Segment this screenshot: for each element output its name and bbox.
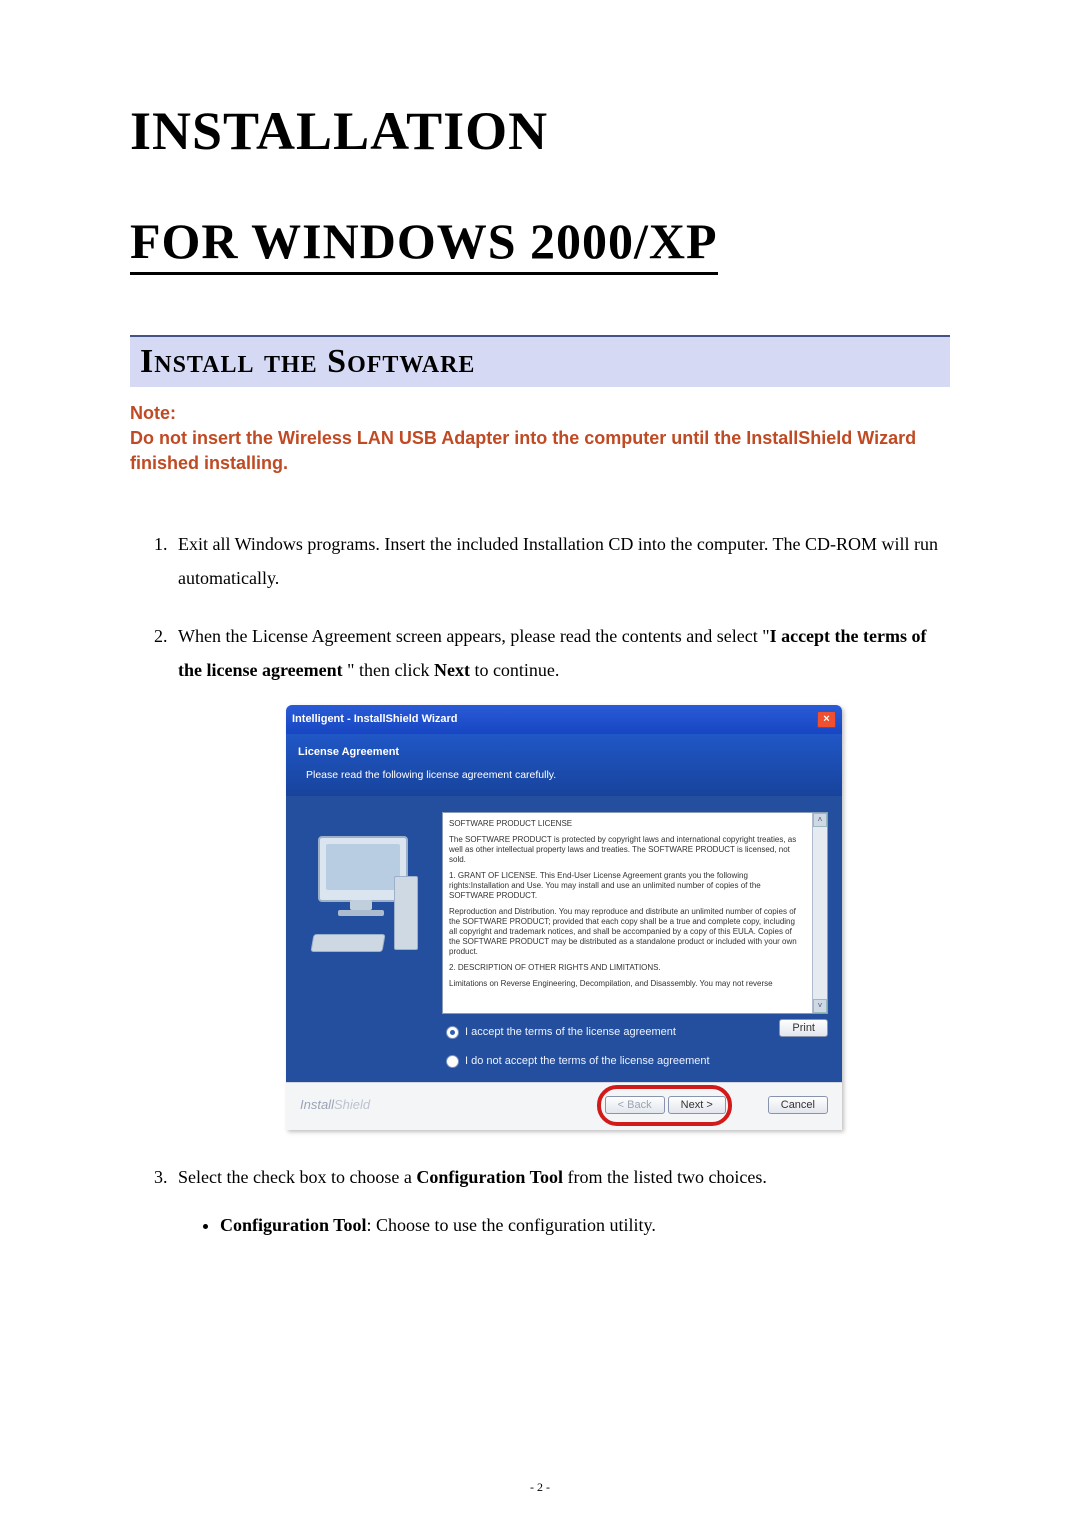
- scroll-down-icon[interactable]: ˅: [813, 999, 827, 1013]
- radio-accept[interactable]: I accept the terms of the license agreem…: [442, 1014, 676, 1043]
- radio-reject[interactable]: I do not accept the terms of the license…: [442, 1043, 828, 1072]
- step-1-text: Exit all Windows programs. Insert the in…: [178, 534, 938, 588]
- wizard-instruction: Please read the following license agreem…: [298, 766, 830, 786]
- step-2-a: When the License Agreement screen appear…: [178, 626, 770, 646]
- steps-list: Exit all Windows programs. Insert the in…: [130, 527, 950, 1242]
- note-body: Do not insert the Wireless LAN USB Adapt…: [130, 428, 916, 473]
- print-button[interactable]: Print: [779, 1019, 828, 1037]
- license-line-1: SOFTWARE PRODUCT LICENSE: [449, 819, 805, 829]
- wizard-subheader: License Agreement Please read the follow…: [286, 734, 842, 796]
- section-band: Install the Software: [130, 335, 950, 387]
- installshield-wizard: Intelligent - InstallShield Wizard × Lic…: [286, 705, 842, 1129]
- step-3-sub-rest: : Choose to use the configuration utilit…: [367, 1215, 656, 1235]
- scrollbar[interactable]: ˄ ˅: [812, 813, 827, 1013]
- cancel-button[interactable]: Cancel: [768, 1096, 828, 1114]
- step-3-bold: Configuration Tool: [416, 1167, 563, 1187]
- radio-icon[interactable]: [446, 1055, 459, 1068]
- step-2-bold2: Next: [434, 660, 470, 680]
- step-2-b: " then click: [343, 660, 434, 680]
- next-button[interactable]: Next >: [668, 1096, 726, 1114]
- wizard-subheading: License Agreement: [298, 742, 830, 763]
- computer-icon: [310, 836, 418, 956]
- note-block: Note: Do not insert the Wireless LAN USB…: [130, 401, 950, 477]
- installshield-brand: InstallShield: [300, 1093, 370, 1118]
- step-2-c: to continue.: [470, 660, 559, 680]
- license-line-4: Reproduction and Distribution. You may r…: [449, 907, 805, 957]
- license-line-6: Limitations on Reverse Engineering, Deco…: [449, 979, 805, 989]
- brand-install: Install: [300, 1097, 334, 1112]
- heading-installation: INSTALLATION: [130, 100, 950, 162]
- note-label: Note:: [130, 403, 176, 423]
- license-line-5: 2. DESCRIPTION OF OTHER RIGHTS AND LIMIT…: [449, 963, 805, 973]
- step-2: When the License Agreement screen appear…: [172, 619, 950, 1130]
- step-3: Select the check box to choose a Configu…: [172, 1160, 950, 1242]
- license-line-3: 1. GRANT OF LICENSE. This End-User Licen…: [449, 871, 805, 901]
- section-title: Install the Software: [140, 343, 940, 381]
- wizard-titlebar: Intelligent - InstallShield Wizard ×: [286, 705, 842, 734]
- step-3-sub: Configuration Tool: Choose to use the co…: [220, 1208, 950, 1242]
- wizard-illustration: [300, 812, 428, 1072]
- wizard-title-text: Intelligent - InstallShield Wizard: [292, 709, 458, 730]
- heading-for-windows: FOR WINDOWS 2000/XP: [130, 212, 718, 275]
- step-1: Exit all Windows programs. Insert the in…: [172, 527, 950, 595]
- radio-icon-selected[interactable]: [446, 1026, 459, 1039]
- wizard-screenshot: Intelligent - InstallShield Wizard × Lic…: [178, 705, 950, 1129]
- radio-accept-label: I accept the terms of the license agreem…: [465, 1022, 676, 1043]
- wizard-footer: InstallShield < Back Next > Cancel: [286, 1082, 842, 1130]
- brand-shield: Shield: [334, 1097, 370, 1112]
- radio-reject-label: I do not accept the terms of the license…: [465, 1051, 710, 1072]
- license-line-2: The SOFTWARE PRODUCT is protected by cop…: [449, 835, 805, 865]
- license-textarea[interactable]: SOFTWARE PRODUCT LICENSE The SOFTWARE PR…: [442, 812, 828, 1014]
- step-3-b: from the listed two choices.: [563, 1167, 767, 1187]
- next-button-highlight: < Back Next >: [605, 1095, 726, 1116]
- step-3-sub-bold: Configuration Tool: [220, 1215, 367, 1235]
- close-icon[interactable]: ×: [817, 711, 836, 728]
- back-button[interactable]: < Back: [605, 1096, 665, 1114]
- step-3-a: Select the check box to choose a: [178, 1167, 416, 1187]
- wizard-body: SOFTWARE PRODUCT LICENSE The SOFTWARE PR…: [286, 796, 842, 1082]
- page-number: - 2 -: [0, 1480, 1080, 1495]
- scroll-up-icon[interactable]: ˄: [813, 813, 827, 827]
